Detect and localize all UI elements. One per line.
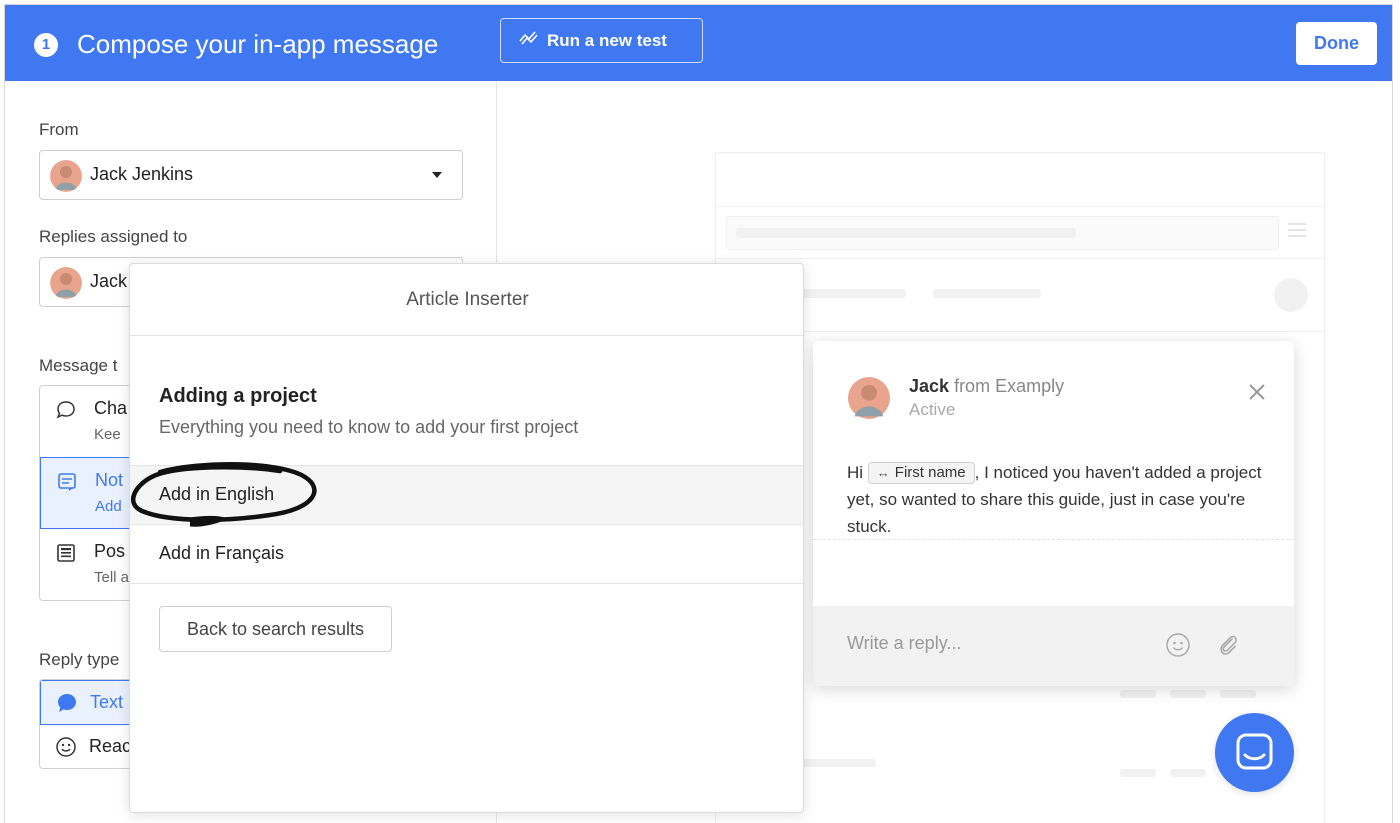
speech-bubble-icon: [56, 692, 78, 719]
message-type-title: Pos: [94, 541, 126, 561]
avatar: [50, 160, 82, 192]
close-icon[interactable]: [1248, 383, 1266, 406]
language-option-label: Add in Français: [159, 543, 285, 563]
from-select[interactable]: Jack Jenkins: [39, 150, 463, 200]
message-type-label: Message t: [39, 356, 118, 375]
header-bar: 1 Compose your in-app message Run a new …: [5, 5, 1392, 81]
smiley-icon: [55, 736, 77, 763]
page-title: Compose your in-app message: [77, 29, 439, 59]
chevron-down-icon: [432, 172, 442, 178]
emoji-icon[interactable]: [1165, 632, 1191, 663]
done-button[interactable]: Done: [1296, 22, 1377, 65]
article-description: Everything you need to know to add your …: [159, 417, 579, 437]
from-value: Jack Jenkins: [90, 164, 194, 184]
preview-fold-line: [813, 539, 1294, 540]
reply-composer: Write a reply...: [813, 606, 1294, 686]
avatar: [50, 267, 82, 299]
preview-placeholder-line: [736, 228, 1076, 238]
preview-placeholder-line: [1170, 769, 1206, 777]
sender-name: Jack: [909, 376, 950, 396]
preview-menu-line: [1288, 229, 1306, 231]
preview-placeholder-line: [1120, 769, 1156, 777]
preview-placeholder-line: [1170, 690, 1206, 698]
modal-title: Article Inserter: [130, 264, 803, 336]
first-name-attribute-chip[interactable]: ↔ First name: [867, 462, 975, 484]
reply-type-label-text: Reac: [89, 736, 132, 756]
message-type-title: Not: [95, 470, 124, 490]
message-type-subtitle: Tell a: [94, 569, 130, 586]
chat-launcher-icon: [1236, 733, 1273, 770]
messenger-launcher-button[interactable]: [1215, 713, 1294, 792]
messenger-preview-card: Jack from Examply Active Hi ↔ First name,…: [813, 341, 1294, 686]
preview-placeholder-line: [1120, 690, 1156, 698]
run-new-test-label: Run a new test: [547, 31, 667, 50]
back-to-search-results-button[interactable]: Back to search results: [159, 606, 392, 652]
preview-divider: [716, 258, 1324, 259]
message-greeting: Hi: [847, 463, 864, 482]
message-type-title: Cha: [94, 398, 128, 418]
paperclip-icon[interactable]: [1215, 632, 1241, 663]
preview-placeholder-line: [796, 289, 906, 298]
ab-test-icon: [519, 19, 539, 62]
preview-menu-line: [1288, 223, 1306, 225]
replies-value: Jack: [90, 271, 128, 291]
sender-status: Active: [909, 400, 956, 419]
article-title: Adding a project: [159, 385, 317, 407]
chat-bubble-icon: [55, 399, 77, 426]
modal-divider: [130, 583, 803, 584]
composer-window: 1 Compose your in-app message Run a new …: [4, 4, 1393, 823]
preview-divider: [716, 206, 1324, 207]
attribute-icon: ↔: [876, 465, 890, 480]
message-type-subtitle: Add: [95, 498, 122, 515]
note-icon: [56, 471, 78, 498]
step-badge: 1: [34, 33, 58, 57]
message-body[interactable]: Hi ↔ First name, I noticed you haven't ad…: [847, 459, 1267, 540]
run-new-test-button[interactable]: Run a new test: [500, 18, 703, 63]
sender-company: from Examply: [954, 376, 1065, 396]
hand-drawn-circle-annotation: [130, 462, 317, 527]
message-type-subtitle: Kee: [94, 426, 121, 443]
preview-divider: [716, 331, 1324, 332]
article-inserter-modal: Article Inserter Adding a project Everyt…: [129, 263, 804, 813]
replies-label: Replies assigned to: [39, 227, 188, 246]
avatar: [848, 377, 890, 424]
preview-menu-line: [1288, 235, 1306, 237]
post-icon: [55, 542, 77, 569]
preview-placeholder-line: [933, 289, 1041, 298]
reply-type-label-text: Text: [90, 692, 124, 712]
from-label: From: [39, 120, 79, 139]
attribute-chip-label: First name: [894, 464, 966, 481]
reply-type-label: Reply type: [39, 650, 120, 669]
preview-avatar-placeholder: [1274, 278, 1308, 312]
reply-input[interactable]: Write a reply...: [847, 633, 961, 654]
preview-placeholder-line: [1220, 690, 1256, 698]
sender-line: Jack from Examply: [909, 376, 1064, 397]
preview-placeholder-line: [796, 759, 876, 767]
